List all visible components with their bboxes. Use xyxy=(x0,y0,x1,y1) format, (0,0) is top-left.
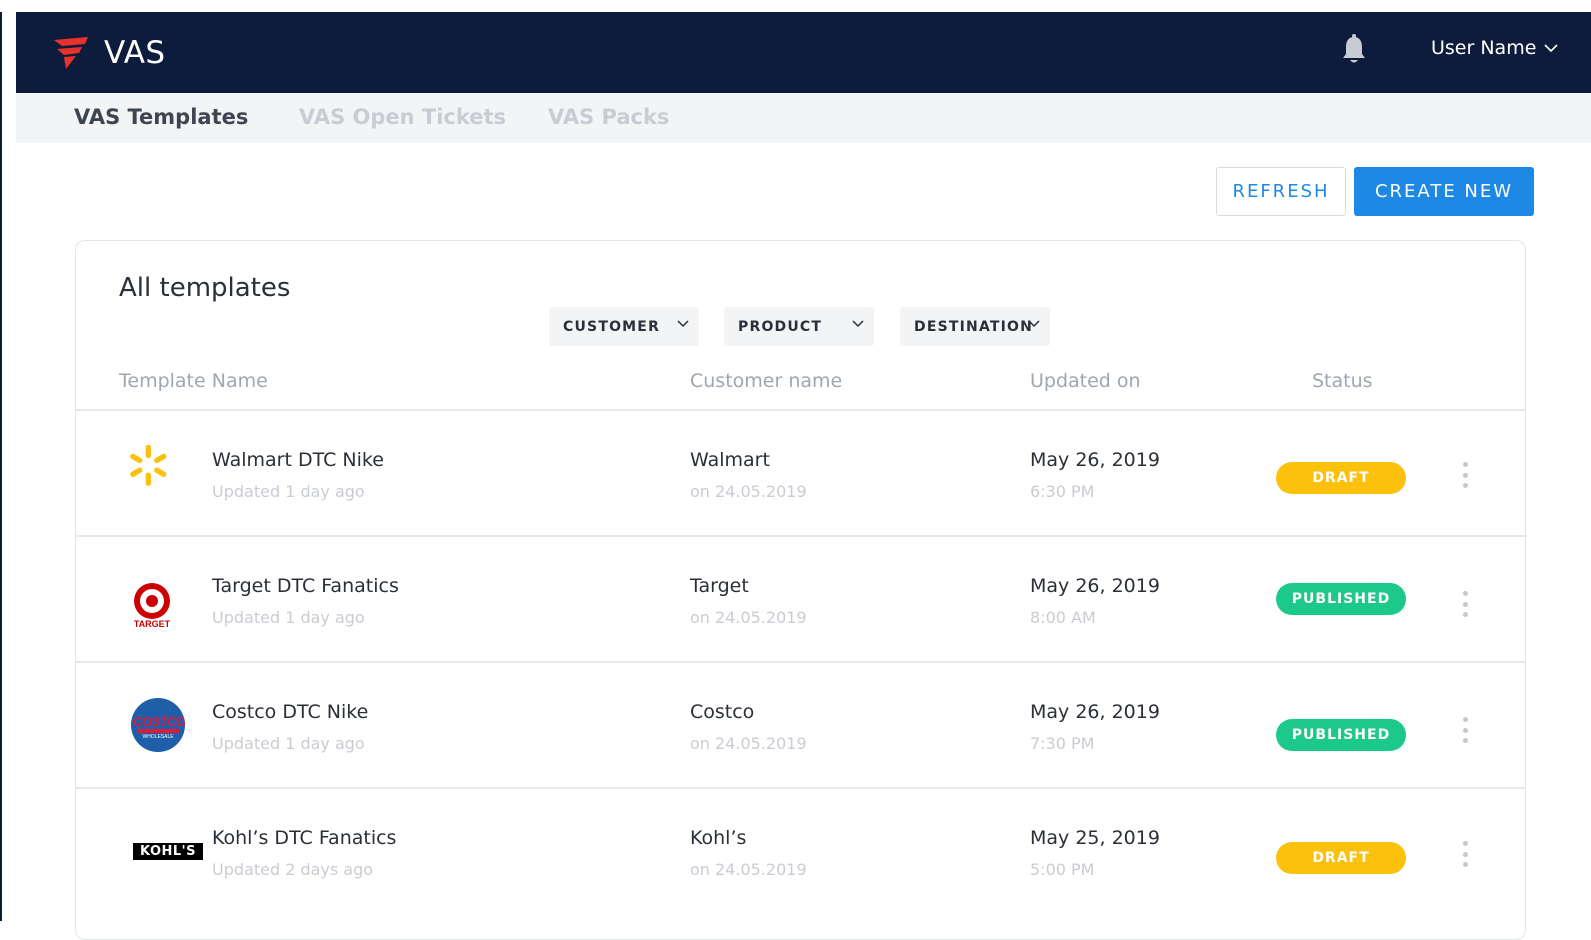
product-filter-label: PRODUCT xyxy=(738,318,823,335)
customer-name: Kohl’s xyxy=(690,827,747,849)
updated-time: 7:30 PM xyxy=(1030,734,1095,753)
kebab-menu-icon[interactable] xyxy=(1460,841,1470,867)
tab-vas-open-tickets[interactable]: VAS Open Tickets xyxy=(299,105,506,129)
status-badge: PUBLISHED xyxy=(1276,719,1406,751)
template-name[interactable]: Kohl’s DTC Fanatics xyxy=(212,827,396,849)
destination-filter-dropdown[interactable]: DESTINATION xyxy=(900,307,1050,346)
table-row[interactable]: KOHL'S Kohl’s DTC Fanatics Updated 2 day… xyxy=(76,789,1525,915)
chevron-down-icon xyxy=(677,320,689,328)
top-navigation-bar: VAS User Name xyxy=(16,12,1591,93)
target-logo-text: TARGET xyxy=(133,619,171,629)
costco-logo-icon: COSTCO WHOLESALE xyxy=(131,698,185,752)
updated-date: May 26, 2019 xyxy=(1030,449,1160,471)
tab-bar: VAS Templates VAS Open Tickets VAS Packs xyxy=(16,93,1591,143)
templates-card: All templates CUSTOMER PRODUCT DESTINATI… xyxy=(75,240,1526,940)
refresh-button[interactable]: REFRESH xyxy=(1216,167,1346,216)
customer-filter-label: CUSTOMER xyxy=(563,318,661,335)
updated-time: 8:00 AM xyxy=(1030,608,1096,627)
column-header-customer-name[interactable]: Customer name xyxy=(690,370,842,392)
table-row[interactable]: TARGET Target DTC Fanatics Updated 1 day… xyxy=(76,537,1525,663)
template-name[interactable]: Walmart DTC Nike xyxy=(212,449,384,471)
costco-logo-subtext: WHOLESALE xyxy=(142,734,174,740)
template-updated-ago: Updated 2 days ago xyxy=(212,860,374,879)
column-header-updated-on[interactable]: Updated on xyxy=(1030,370,1141,392)
brand-logo-icon[interactable] xyxy=(52,36,90,70)
status-badge: DRAFT xyxy=(1276,842,1406,874)
kohls-logo-icon: KOHL'S xyxy=(133,843,203,860)
bell-icon[interactable] xyxy=(1339,34,1369,66)
card-title: All templates xyxy=(119,273,291,303)
customer-date: on 24.05.2019 xyxy=(690,860,807,879)
table-row[interactable]: Walmart DTC Nike Updated 1 day ago Walma… xyxy=(76,411,1525,537)
walmart-logo-icon xyxy=(130,444,167,486)
chevron-down-icon xyxy=(852,320,864,328)
updated-date: May 25, 2019 xyxy=(1030,827,1160,849)
customer-name: Walmart xyxy=(690,449,770,471)
customer-date: on 24.05.2019 xyxy=(690,734,807,753)
tab-vas-packs[interactable]: VAS Packs xyxy=(548,105,669,129)
chevron-down-icon xyxy=(1028,320,1040,328)
kebab-menu-icon[interactable] xyxy=(1460,462,1470,488)
updated-time: 6:30 PM xyxy=(1030,482,1095,501)
template-updated-ago: Updated 1 day ago xyxy=(212,734,365,753)
costco-logo-text: COSTCO xyxy=(133,714,185,729)
status-badge: PUBLISHED xyxy=(1276,583,1406,615)
customer-date: on 24.05.2019 xyxy=(690,482,807,501)
user-menu[interactable]: User Name xyxy=(1431,37,1558,59)
template-updated-ago: Updated 1 day ago xyxy=(212,482,365,501)
status-badge: DRAFT xyxy=(1276,462,1406,494)
column-header-template-name[interactable]: Template Name xyxy=(119,370,268,392)
updated-time: 5:00 PM xyxy=(1030,860,1095,879)
column-header-status[interactable]: Status xyxy=(1312,370,1373,392)
updated-date: May 26, 2019 xyxy=(1030,701,1160,723)
target-logo-icon: TARGET xyxy=(132,581,172,631)
customer-name: Target xyxy=(690,575,749,597)
brand-name: VAS xyxy=(104,35,166,71)
table-row[interactable]: COSTCO WHOLESALE Costco DTC Nike Updated… xyxy=(76,663,1525,789)
kebab-menu-icon[interactable] xyxy=(1460,591,1470,617)
customer-date: on 24.05.2019 xyxy=(690,608,807,627)
kebab-menu-icon[interactable] xyxy=(1460,717,1470,743)
template-updated-ago: Updated 1 day ago xyxy=(212,608,365,627)
destination-filter-label: DESTINATION xyxy=(914,318,1034,335)
user-name: User Name xyxy=(1431,37,1537,59)
tab-vas-templates[interactable]: VAS Templates xyxy=(74,105,248,129)
chevron-down-icon xyxy=(1544,44,1558,53)
customer-filter-dropdown[interactable]: CUSTOMER xyxy=(549,307,699,346)
customer-name: Costco xyxy=(690,701,755,723)
create-new-button[interactable]: CREATE NEW xyxy=(1354,167,1534,216)
product-filter-dropdown[interactable]: PRODUCT xyxy=(724,307,874,346)
kohls-logo-text: KOHL'S xyxy=(139,844,197,859)
updated-date: May 26, 2019 xyxy=(1030,575,1160,597)
template-name[interactable]: Target DTC Fanatics xyxy=(212,575,399,597)
template-name[interactable]: Costco DTC Nike xyxy=(212,701,368,723)
